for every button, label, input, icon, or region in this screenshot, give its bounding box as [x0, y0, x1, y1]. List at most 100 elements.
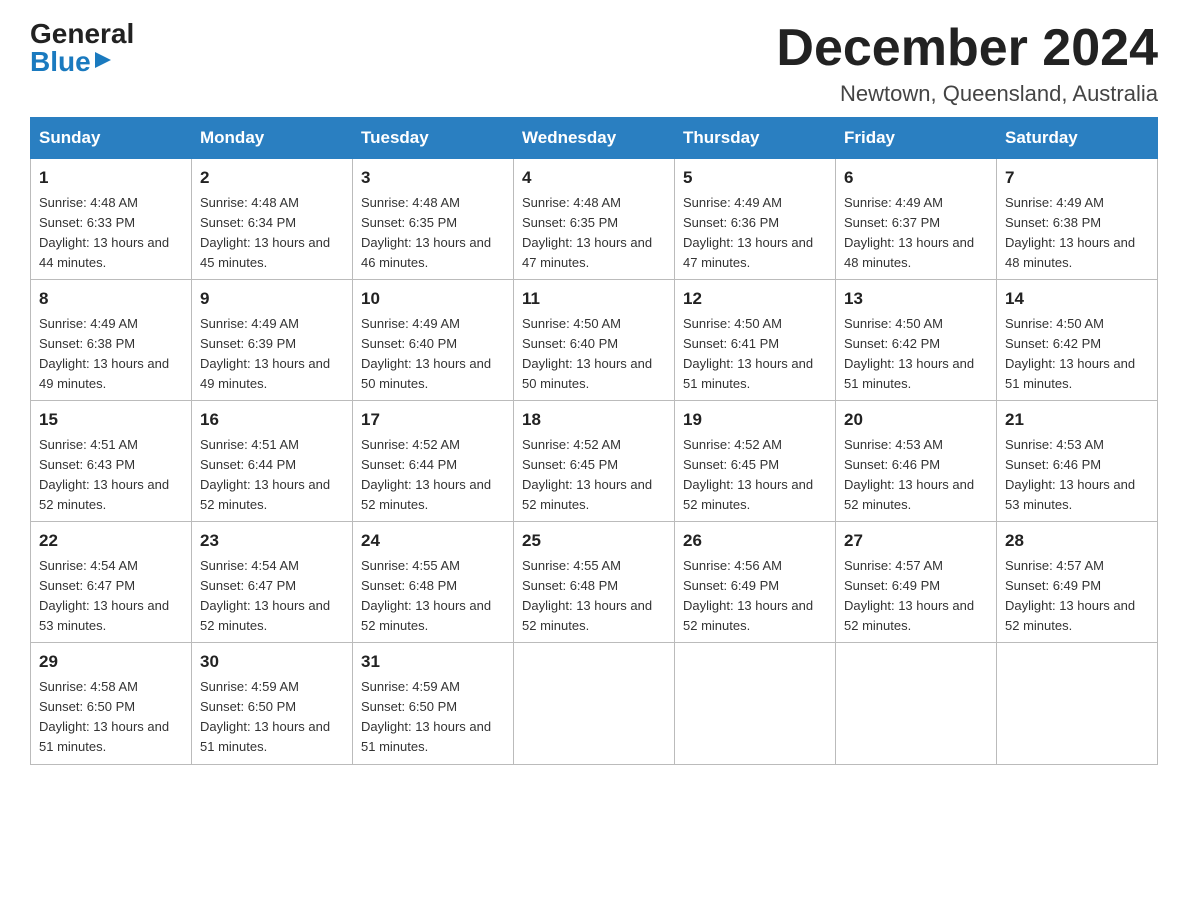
day-number: 20 [844, 407, 988, 433]
day-number: 27 [844, 528, 988, 554]
logo-general-text: General [30, 20, 134, 48]
day-info: Sunrise: 4:49 AMSunset: 6:37 PMDaylight:… [844, 195, 974, 270]
day-number: 1 [39, 165, 183, 191]
weekday-header-row: SundayMondayTuesdayWednesdayThursdayFrid… [31, 118, 1158, 159]
calendar-week-row: 29 Sunrise: 4:58 AMSunset: 6:50 PMDayligh… [31, 643, 1158, 764]
day-number: 19 [683, 407, 827, 433]
calendar-cell: 30Sunrise: 4:59 AMSunset: 6:50 PMDayligh… [192, 643, 353, 764]
calendar-cell: 27 Sunrise: 4:57 AMSunset: 6:49 PMDayligh… [836, 522, 997, 643]
day-number: 4 [522, 165, 666, 191]
calendar-cell: 26 Sunrise: 4:56 AMSunset: 6:49 PMDayligh… [675, 522, 836, 643]
day-info: Sunrise: 4:52 AMSunset: 6:44 PMDaylight:… [361, 437, 491, 512]
calendar-cell: 24 Sunrise: 4:55 AMSunset: 6:48 PMDayligh… [353, 522, 514, 643]
day-info: Sunrise: 4:48 AMSunset: 6:34 PMDaylight:… [200, 195, 330, 270]
calendar-cell: 17 Sunrise: 4:52 AMSunset: 6:44 PMDayligh… [353, 401, 514, 522]
day-number: 11 [522, 286, 666, 312]
calendar-cell: 3Sunrise: 4:48 AMSunset: 6:35 PMDaylight… [353, 159, 514, 280]
calendar-cell: 10 Sunrise: 4:49 AMSunset: 6:40 PMDayligh… [353, 280, 514, 401]
page-header: General Blue December 2024 Newtown, Quee… [30, 20, 1158, 107]
calendar-cell: 31 Sunrise: 4:59 AMSunset: 6:50 PMDayligh… [353, 643, 514, 764]
calendar-cell [514, 643, 675, 764]
location-subtitle: Newtown, Queensland, Australia [776, 81, 1158, 107]
day-info: Sunrise: 4:52 AMSunset: 6:45 PMDaylight:… [522, 437, 652, 512]
day-number: 26 [683, 528, 827, 554]
calendar-cell [675, 643, 836, 764]
day-number: 21 [1005, 407, 1149, 433]
day-number: 30 [200, 649, 344, 675]
day-info: Sunrise: 4:48 AMSunset: 6:35 PMDaylight:… [522, 195, 652, 270]
day-number: 6 [844, 165, 988, 191]
day-number: 12 [683, 286, 827, 312]
weekday-header-friday: Friday [836, 118, 997, 159]
calendar-cell: 6 Sunrise: 4:49 AMSunset: 6:37 PMDaylight… [836, 159, 997, 280]
day-info: Sunrise: 4:49 AMSunset: 6:38 PMDaylight:… [1005, 195, 1135, 270]
calendar-week-row: 22 Sunrise: 4:54 AMSunset: 6:47 PMDayligh… [31, 522, 1158, 643]
calendar-cell: 21 Sunrise: 4:53 AMSunset: 6:46 PMDayligh… [997, 401, 1158, 522]
weekday-header-sunday: Sunday [31, 118, 192, 159]
day-number: 25 [522, 528, 666, 554]
calendar-cell: 11 Sunrise: 4:50 AMSunset: 6:40 PMDayligh… [514, 280, 675, 401]
calendar-cell: 16Sunrise: 4:51 AMSunset: 6:44 PMDayligh… [192, 401, 353, 522]
weekday-header-monday: Monday [192, 118, 353, 159]
day-info: Sunrise: 4:54 AMSunset: 6:47 PMDaylight:… [200, 558, 330, 633]
calendar-cell: 20 Sunrise: 4:53 AMSunset: 6:46 PMDayligh… [836, 401, 997, 522]
day-info: Sunrise: 4:56 AMSunset: 6:49 PMDaylight:… [683, 558, 813, 633]
weekday-header-thursday: Thursday [675, 118, 836, 159]
logo-blue-text: Blue [30, 48, 91, 76]
day-number: 24 [361, 528, 505, 554]
day-number: 9 [200, 286, 344, 312]
day-info: Sunrise: 4:51 AMSunset: 6:44 PMDaylight:… [200, 437, 330, 512]
calendar-week-row: 1 Sunrise: 4:48 AMSunset: 6:33 PMDaylight… [31, 159, 1158, 280]
calendar-cell: 5 Sunrise: 4:49 AMSunset: 6:36 PMDaylight… [675, 159, 836, 280]
calendar-cell: 25 Sunrise: 4:55 AMSunset: 6:48 PMDayligh… [514, 522, 675, 643]
day-number: 10 [361, 286, 505, 312]
day-info: Sunrise: 4:53 AMSunset: 6:46 PMDaylight:… [844, 437, 974, 512]
calendar-cell: 15 Sunrise: 4:51 AMSunset: 6:43 PMDayligh… [31, 401, 192, 522]
calendar-cell: 2 Sunrise: 4:48 AMSunset: 6:34 PMDaylight… [192, 159, 353, 280]
calendar-cell: 7 Sunrise: 4:49 AMSunset: 6:38 PMDaylight… [997, 159, 1158, 280]
day-info: Sunrise: 4:57 AMSunset: 6:49 PMDaylight:… [844, 558, 974, 633]
calendar-cell: 1 Sunrise: 4:48 AMSunset: 6:33 PMDaylight… [31, 159, 192, 280]
day-info: Sunrise: 4:49 AMSunset: 6:36 PMDaylight:… [683, 195, 813, 270]
calendar-cell: 4 Sunrise: 4:48 AMSunset: 6:35 PMDaylight… [514, 159, 675, 280]
day-info: Sunrise: 4:58 AMSunset: 6:50 PMDaylight:… [39, 679, 169, 754]
logo-arrow-icon [93, 50, 113, 70]
day-info: Sunrise: 4:49 AMSunset: 6:39 PMDaylight:… [200, 316, 330, 391]
day-number: 15 [39, 407, 183, 433]
day-number: 28 [1005, 528, 1149, 554]
month-title: December 2024 [776, 20, 1158, 77]
day-info: Sunrise: 4:49 AMSunset: 6:40 PMDaylight:… [361, 316, 491, 391]
calendar-cell: 12Sunrise: 4:50 AMSunset: 6:41 PMDayligh… [675, 280, 836, 401]
day-number: 18 [522, 407, 666, 433]
day-info: Sunrise: 4:51 AMSunset: 6:43 PMDaylight:… [39, 437, 169, 512]
day-number: 8 [39, 286, 183, 312]
day-number: 2 [200, 165, 344, 191]
day-number: 22 [39, 528, 183, 554]
day-info: Sunrise: 4:52 AMSunset: 6:45 PMDaylight:… [683, 437, 813, 512]
day-info: Sunrise: 4:54 AMSunset: 6:47 PMDaylight:… [39, 558, 169, 633]
day-info: Sunrise: 4:50 AMSunset: 6:40 PMDaylight:… [522, 316, 652, 391]
day-info: Sunrise: 4:55 AMSunset: 6:48 PMDaylight:… [522, 558, 652, 633]
day-info: Sunrise: 4:53 AMSunset: 6:46 PMDaylight:… [1005, 437, 1135, 512]
day-info: Sunrise: 4:49 AMSunset: 6:38 PMDaylight:… [39, 316, 169, 391]
calendar-cell [836, 643, 997, 764]
day-number: 5 [683, 165, 827, 191]
day-info: Sunrise: 4:55 AMSunset: 6:48 PMDaylight:… [361, 558, 491, 633]
day-number: 17 [361, 407, 505, 433]
day-info: Sunrise: 4:50 AMSunset: 6:42 PMDaylight:… [1005, 316, 1135, 391]
day-number: 29 [39, 649, 183, 675]
day-number: 7 [1005, 165, 1149, 191]
calendar-cell: 9 Sunrise: 4:49 AMSunset: 6:39 PMDaylight… [192, 280, 353, 401]
day-info: Sunrise: 4:48 AMSunset: 6:33 PMDaylight:… [39, 195, 169, 270]
day-info: Sunrise: 4:50 AMSunset: 6:42 PMDaylight:… [844, 316, 974, 391]
title-block: December 2024 Newtown, Queensland, Austr… [776, 20, 1158, 107]
day-number: 31 [361, 649, 505, 675]
calendar-cell [997, 643, 1158, 764]
calendar-cell: 29 Sunrise: 4:58 AMSunset: 6:50 PMDayligh… [31, 643, 192, 764]
calendar-cell: 19 Sunrise: 4:52 AMSunset: 6:45 PMDayligh… [675, 401, 836, 522]
day-info: Sunrise: 4:59 AMSunset: 6:50 PMDaylight:… [361, 679, 491, 754]
calendar-cell: 18 Sunrise: 4:52 AMSunset: 6:45 PMDayligh… [514, 401, 675, 522]
calendar-week-row: 15 Sunrise: 4:51 AMSunset: 6:43 PMDayligh… [31, 401, 1158, 522]
logo: General Blue [30, 20, 134, 76]
calendar-cell: 13Sunrise: 4:50 AMSunset: 6:42 PMDayligh… [836, 280, 997, 401]
